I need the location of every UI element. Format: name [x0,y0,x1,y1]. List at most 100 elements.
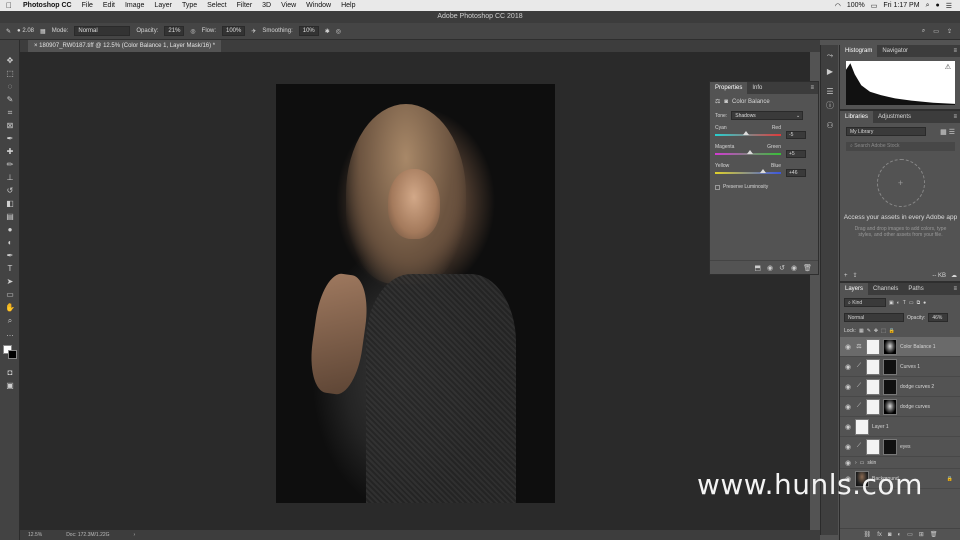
lock-artboard-icon[interactable]: ⬚ [881,328,886,334]
filter-toggle-icon[interactable]: ● [923,300,926,306]
slider-track[interactable] [715,169,781,174]
slider-knob[interactable] [743,131,750,135]
visibility-eye-icon[interactable]: ◉ [844,423,852,431]
hand-tool-icon[interactable]: ✋ [5,303,15,313]
tab-info[interactable]: Info [747,82,767,94]
library-search-input[interactable]: ⌕ Search Adobe Stock [846,142,955,151]
new-adjustment-icon[interactable]: ◐ [897,532,901,538]
actions-icon[interactable]: ▶ [825,67,835,77]
brush-tool-icon[interactable]: ✎ [6,28,11,35]
mode-select[interactable]: Normal [74,26,131,36]
filter-smart-icon[interactable]: ⧉ [917,300,921,306]
zoom-tool-icon[interactable]: ⌕ [5,316,15,326]
menu-edit[interactable]: Edit [98,2,120,9]
tone-select[interactable]: Shadows ⌄ [731,111,804,120]
delete-layer-icon[interactable]: 🗑 [930,531,938,538]
gear-icon[interactable]: ✱ [325,28,330,35]
filter-type-icon[interactable]: T [903,300,906,306]
menu-layer[interactable]: Layer [149,2,177,9]
filter-adjustment-icon[interactable]: ◐ [897,300,900,306]
history-icon[interactable]: ⤳ [825,51,835,61]
workspace-icon[interactable]: ▭ [933,28,939,35]
tab-channels[interactable]: Channels [868,283,903,295]
dodge-tool-icon[interactable]: ◐ [5,238,15,248]
new-layer-icon[interactable]: ⊞ [919,531,924,538]
layer-name[interactable]: dodge curves [900,404,930,410]
tab-properties[interactable]: Properties [710,82,748,94]
layer-name[interactable]: dodge curves 2 [900,384,934,390]
visibility-eye-icon[interactable]: ◉ [844,443,852,451]
slider-value[interactable]: +5 [786,150,806,158]
gradient-tool-icon[interactable]: ▤ [5,212,15,222]
document-image[interactable] [276,84,555,503]
reset-icon[interactable]: ↺ [779,264,785,272]
pen-tool-icon[interactable]: ✒ [5,251,15,261]
library-select[interactable]: My Library [846,127,926,136]
info-icon[interactable]: ⓘ [825,101,835,111]
layer-thumbnail[interactable] [866,438,880,455]
frame-tool-icon[interactable]: ⊠ [5,121,15,131]
visibility-eye-icon[interactable]: ◉ [844,459,852,467]
blur-tool-icon[interactable]: ● [5,225,15,235]
fx-icon[interactable]: fx [877,532,882,538]
eraser-tool-icon[interactable]: ◧ [5,199,15,209]
layer-kind-filter[interactable]: ⌕ Kind [844,298,886,307]
layer-mask-thumbnail[interactable] [883,358,897,375]
visibility-eye-icon[interactable]: ◉ [844,383,852,391]
user-icon[interactable]: ● [935,2,939,9]
layer-name[interactable]: Curves 1 [900,364,920,370]
apple-menu-icon[interactable]:  [0,1,18,10]
clone-stamp-tool-icon[interactable]: ⊥ [5,173,15,183]
add-content-icon[interactable]: + [844,273,848,279]
wifi-icon[interactable]: ◠ [835,2,841,10]
more-tools-icon[interactable]: … [5,329,15,339]
visibility-eye-icon[interactable]: ◉ [844,403,852,411]
document-tab[interactable]: × 180907_RW0187.tiff @ 12.5% (Color Bala… [28,40,222,52]
filter-pixel-icon[interactable]: ▣ [889,300,894,306]
layer-row[interactable]: ◉ ⟋ dodge curves 2 [840,377,960,397]
battery-percent[interactable]: 100% [847,2,865,9]
layer-thumbnail[interactable] [855,418,869,435]
visibility-eye-icon[interactable]: ◉ [844,343,852,351]
mask-icon[interactable]: ◙ [724,99,728,105]
slider-knob[interactable] [760,169,767,173]
list-icon[interactable]: ☰ [946,2,952,10]
crop-tool-icon[interactable]: ⌗ [5,108,15,118]
link-layers-icon[interactable]: ⛓ [864,531,872,538]
filter-shape-icon[interactable]: ▭ [909,300,914,306]
lock-all-icon[interactable]: 🔒 [889,328,895,334]
tab-layers[interactable]: Layers [840,283,869,295]
healing-brush-tool-icon[interactable]: ✚ [5,147,15,157]
slider-knob[interactable] [746,150,753,154]
add-asset-circle[interactable]: + [876,159,925,207]
eyedropper-tool-icon[interactable]: ✒ [5,134,15,144]
lasso-tool-icon[interactable]: ◌ [5,82,15,92]
status-arrow-icon[interactable]: › [134,530,136,540]
layer-thumbnail[interactable] [866,338,880,355]
add-mask-icon[interactable]: ◙ [888,532,892,538]
people-icon[interactable]: ⚇ [825,121,835,131]
layer-mask-thumbnail[interactable] [883,398,897,415]
pressure-size-icon[interactable]: ◎ [336,28,341,35]
tab-paths[interactable]: Paths [903,283,928,295]
menu-filter[interactable]: Filter [232,2,258,9]
panel-menu-icon[interactable]: ≡ [948,283,960,295]
lock-transparency-icon[interactable]: ▦ [859,328,864,334]
flow-field[interactable]: 100% [222,26,246,36]
marquee-tool-icon[interactable]: ⬚ [5,69,15,79]
path-selection-tool-icon[interactable]: ➤ [5,277,15,287]
new-group-icon[interactable]: ▭ [907,531,913,538]
shape-tool-icon[interactable]: ▭ [5,290,15,300]
properties-icon[interactable]: ☰ [825,87,835,97]
pressure-opacity-icon[interactable]: ◎ [190,28,195,35]
menu-image[interactable]: Image [120,2,149,9]
menu-window[interactable]: Window [301,2,336,9]
search-icon[interactable]: ⌕ [926,2,930,10]
tab-histogram[interactable]: Histogram [840,45,878,57]
menu-view[interactable]: View [276,2,301,9]
layer-row[interactable]: ◉ Layer 1 [840,417,960,437]
brush-tool-icon[interactable]: ✏ [5,160,15,170]
layer-mask-thumbnail[interactable] [883,438,897,455]
menu-select[interactable]: Select [202,2,231,9]
menu-help[interactable]: Help [336,2,360,9]
